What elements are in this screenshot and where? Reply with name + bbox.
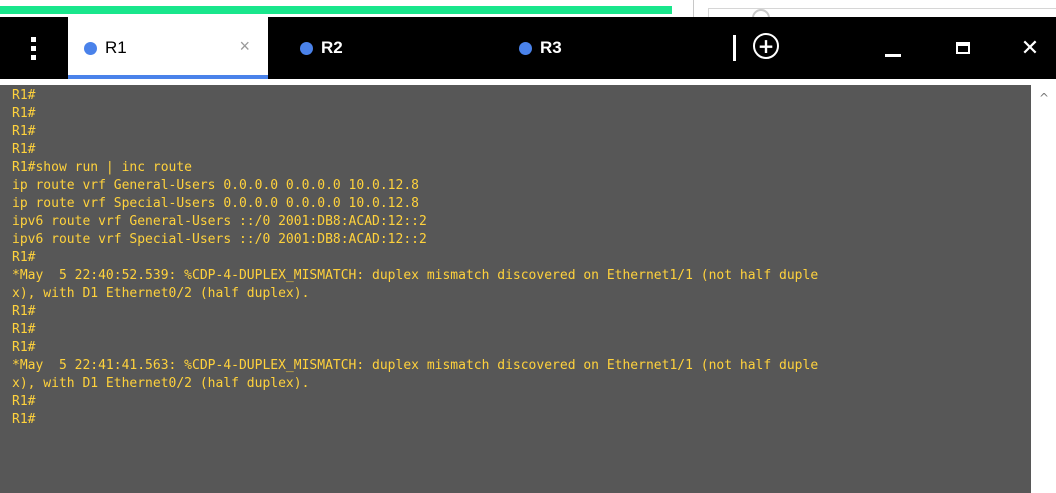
maximize-icon — [956, 42, 970, 54]
terminal-line: ip route vrf Special-Users 0.0.0.0 0.0.0… — [12, 196, 419, 211]
tab-r1[interactable]: R1 × — [68, 17, 268, 79]
terminal-line: R1# — [12, 412, 36, 427]
terminal-line: R1# — [12, 124, 36, 139]
terminal-output[interactable]: R1# R1# R1# R1# R1#show run | inc route ip ro… — [0, 85, 1031, 493]
new-tab-button[interactable]: + — [753, 33, 779, 59]
menu-button[interactable] — [0, 17, 66, 79]
minimize-icon — [885, 53, 901, 57]
close-button[interactable]: ✕ — [1000, 17, 1056, 79]
maximize-button[interactable] — [933, 17, 993, 79]
tab-close-icon[interactable]: × — [239, 36, 250, 57]
plus-circle-icon: + — [757, 34, 775, 58]
terminal-line: R1#show run | inc route — [12, 160, 193, 175]
vertical-scrollbar[interactable]: ^ — [1031, 85, 1056, 493]
terminal-line: R1# — [12, 340, 36, 355]
terminal-line: R1# — [12, 250, 36, 265]
terminal-line: *May 5 22:41:41.563: %CDP-4-DUPLEX_MISMA… — [12, 358, 819, 373]
terminal-line: ipv6 route vrf General-Users ::/0 2001:D… — [12, 214, 427, 229]
tab-label: R1 — [105, 38, 127, 57]
terminal-line: x), with D1 Ethernet0/2 (half duplex). — [12, 286, 310, 301]
chevron-up-icon[interactable]: ^ — [1039, 91, 1049, 105]
terminal-line: ipv6 route vrf Special-Users ::/0 2001:D… — [12, 232, 427, 247]
terminal-line: R1# — [12, 88, 36, 103]
terminal-line: R1# — [12, 322, 36, 337]
tab-label: R3 — [540, 38, 562, 57]
tab-r3[interactable]: R3 — [519, 17, 719, 79]
terminal-line: R1# — [12, 142, 36, 157]
minimize-button[interactable] — [863, 17, 923, 79]
tab-r2[interactable]: R2 — [300, 17, 500, 79]
terminal-line: R1# — [12, 394, 36, 409]
status-dot-icon — [519, 41, 532, 55]
terminal-line: *May 5 22:40:52.539: %CDP-4-DUPLEX_MISMA… — [12, 268, 819, 283]
tab-bar: R1 × R2 R3 + ✕ — [0, 17, 1056, 79]
background-progress-bar — [0, 6, 672, 14]
vertical-dots-icon — [30, 36, 36, 60]
status-dot-icon — [300, 41, 313, 55]
tab-separator — [733, 35, 736, 61]
terminal-line: x), with D1 Ethernet0/2 (half duplex). — [12, 376, 310, 391]
tab-label: R2 — [321, 38, 343, 57]
terminal-lines: R1# R1# R1# R1# R1#show run | inc route ip ro… — [0, 85, 1031, 429]
close-icon: ✕ — [1020, 35, 1040, 61]
status-dot-icon — [84, 41, 97, 55]
terminal-line: R1# — [12, 304, 36, 319]
terminal-line: R1# — [12, 106, 36, 121]
terminal-line: ip route vrf General-Users 0.0.0.0 0.0.0… — [12, 178, 419, 193]
